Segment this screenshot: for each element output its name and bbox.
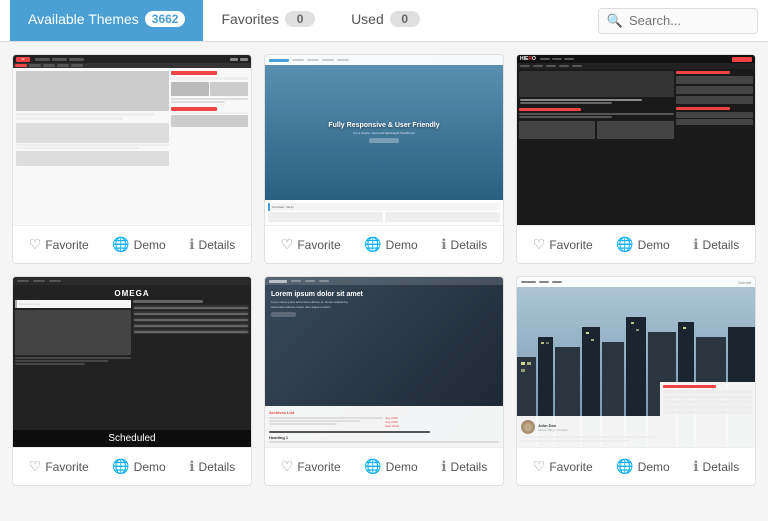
theme-card-nomad: Nomad John Doe About • Blog • Portfolio: [516, 276, 756, 486]
details-btn-primer[interactable]: ℹ Details: [437, 456, 491, 477]
theme-preview-weekly: W: [13, 55, 251, 225]
info-icon: ℹ: [693, 236, 698, 253]
theme-actions-nomad: ♡ Favorite 🌐 Demo ℹ Details: [517, 447, 755, 485]
info-icon: ℹ: [189, 458, 194, 475]
details-btn-ascent[interactable]: ℹ Details: [437, 234, 491, 255]
theme-actions-ascent: ♡ Favorite 🌐 Demo ℹ Details: [265, 225, 503, 263]
favorite-label: Favorite: [297, 460, 340, 474]
theme-card-primer: Lorem ipsum dolor sit amet Lorem lacus p…: [264, 276, 504, 486]
globe-icon: 🌐: [364, 236, 381, 253]
tab-favorites-label: Favorites: [221, 11, 279, 27]
info-icon: ℹ: [693, 458, 698, 475]
favorite-label: Favorite: [297, 238, 340, 252]
globe-icon: 🌐: [364, 458, 381, 475]
details-btn-nomad[interactable]: ℹ Details: [689, 456, 743, 477]
globe-icon: 🌐: [112, 458, 129, 475]
theme-actions-omega: ♡ Favorite 🌐 Demo ℹ Details: [13, 447, 251, 485]
demo-btn-nomad[interactable]: 🌐 Demo: [612, 456, 673, 477]
theme-actions-hiero: ♡ Favorite 🌐 Demo ℹ Details: [517, 225, 755, 263]
demo-label: Demo: [638, 238, 670, 252]
theme-actions-weekly: ♡ Favorite 🌐 Demo ℹ Details: [13, 225, 251, 263]
favorite-label: Favorite: [549, 460, 592, 474]
demo-label: Demo: [638, 460, 670, 474]
details-label: Details: [703, 238, 740, 252]
details-btn-hiero[interactable]: ℹ Details: [689, 234, 743, 255]
demo-btn-primer[interactable]: 🌐 Demo: [360, 456, 421, 477]
details-label: Details: [199, 238, 236, 252]
search-input[interactable]: [629, 13, 749, 28]
heart-icon: ♡: [533, 458, 546, 475]
favorite-label: Favorite: [549, 238, 592, 252]
details-label: Details: [199, 460, 236, 474]
tab-favorites-count: 0: [285, 11, 315, 27]
demo-btn-omega[interactable]: 🌐 Demo: [108, 456, 169, 477]
theme-card-omega: OMEGA Template: Sticky: [12, 276, 252, 486]
info-icon: ℹ: [189, 236, 194, 253]
demo-btn-weekly[interactable]: 🌐 Demo: [108, 234, 169, 255]
tab-favorites[interactable]: Favorites 0: [203, 0, 333, 41]
details-label: Details: [703, 460, 740, 474]
tab-used[interactable]: Used 0: [333, 0, 438, 41]
info-icon: ℹ: [441, 458, 446, 475]
heart-icon: ♡: [281, 236, 294, 253]
demo-label: Demo: [386, 460, 418, 474]
heart-icon: ♡: [533, 236, 546, 253]
demo-label: Demo: [386, 238, 418, 252]
favorite-btn-omega[interactable]: ♡ Favorite: [25, 456, 93, 477]
search-icon: 🔍: [607, 13, 623, 29]
tab-used-count: 0: [390, 11, 420, 27]
globe-icon: 🌐: [616, 236, 633, 253]
demo-btn-hiero[interactable]: 🌐 Demo: [612, 234, 673, 255]
favorite-btn-ascent[interactable]: ♡ Favorite: [277, 234, 345, 255]
favorite-btn-weekly[interactable]: ♡ Favorite: [25, 234, 93, 255]
search-box: 🔍: [598, 8, 758, 34]
theme-preview-primer: Lorem ipsum dolor sit amet Lorem lacus p…: [265, 277, 503, 447]
heart-icon: ♡: [29, 458, 42, 475]
theme-actions-primer: ♡ Favorite 🌐 Demo ℹ Details: [265, 447, 503, 485]
details-btn-weekly[interactable]: ℹ Details: [185, 234, 239, 255]
favorite-label: Favorite: [45, 460, 88, 474]
tab-bar: Available Themes 3662 Favorites 0 Used 0…: [0, 0, 768, 42]
scheduled-badge: Scheduled: [13, 430, 251, 447]
tab-available-count: 3662: [145, 11, 186, 27]
theme-preview-nomad: Nomad John Doe About • Blog • Portfolio: [517, 277, 755, 447]
demo-label: Demo: [134, 238, 166, 252]
favorite-btn-hiero[interactable]: ♡ Favorite: [529, 234, 597, 255]
details-label: Details: [451, 460, 488, 474]
favorite-label: Favorite: [45, 238, 88, 252]
details-btn-omega[interactable]: ℹ Details: [185, 456, 239, 477]
theme-preview-ascent: Fully Responsive & User Friendly It is a…: [265, 55, 503, 225]
info-icon: ℹ: [441, 236, 446, 253]
themes-grid: W: [0, 42, 768, 498]
heart-icon: ♡: [29, 236, 42, 253]
favorite-btn-primer[interactable]: ♡ Favorite: [277, 456, 345, 477]
demo-btn-ascent[interactable]: 🌐 Demo: [360, 234, 421, 255]
demo-label: Demo: [134, 460, 166, 474]
heart-icon: ♡: [281, 458, 294, 475]
theme-preview-omega: OMEGA Template: Sticky: [13, 277, 251, 447]
globe-icon: 🌐: [616, 458, 633, 475]
theme-preview-hiero: HIERO: [517, 55, 755, 225]
theme-card-weekly: W: [12, 54, 252, 264]
theme-card-hiero: HIERO: [516, 54, 756, 264]
favorite-btn-nomad[interactable]: ♡ Favorite: [529, 456, 597, 477]
details-label: Details: [451, 238, 488, 252]
theme-card-ascent: Fully Responsive & User Friendly It is a…: [264, 54, 504, 264]
tab-used-label: Used: [351, 11, 384, 27]
globe-icon: 🌐: [112, 236, 129, 253]
tab-available-label: Available Themes: [28, 11, 139, 27]
tab-available[interactable]: Available Themes 3662: [10, 0, 203, 41]
